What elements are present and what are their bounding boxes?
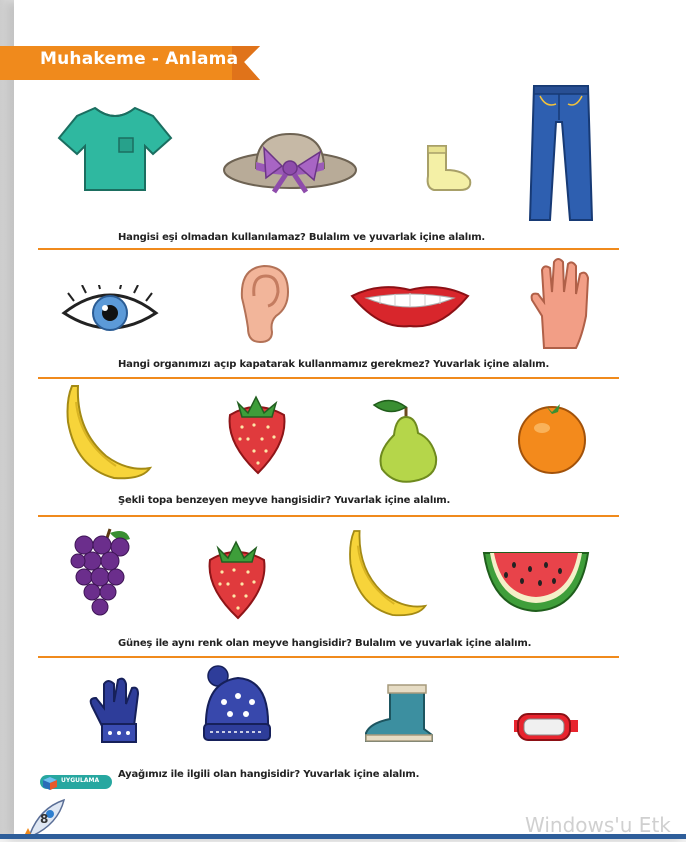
beanie-icon[interactable] (198, 664, 274, 750)
badge-label: UYGULAMA (61, 777, 100, 784)
question-1: Hangisi eşi olmadan kullanılamaz? Bulalı… (118, 232, 486, 243)
question-5: Ayağımız ile ilgili olan hangisidir? Yuv… (118, 769, 420, 780)
orange-icon[interactable] (514, 400, 590, 480)
eye-icon[interactable] (60, 280, 160, 341)
page-spine-shadow (0, 0, 14, 839)
glove-icon[interactable] (84, 676, 146, 750)
question-2: Hangi organımızı açıp kapatarak kullanma… (118, 359, 550, 370)
row-divider-4 (38, 656, 619, 658)
pear-icon[interactable] (368, 395, 444, 491)
row-divider-3 (38, 515, 619, 517)
banana-icon[interactable] (62, 382, 154, 486)
hand-icon[interactable] (528, 256, 594, 356)
grapes-icon[interactable] (70, 525, 136, 625)
question-3: Şekli topa benzeyen meyve hangisidir? Yu… (118, 495, 451, 506)
row-divider-1 (38, 248, 619, 250)
banana-icon[interactable] (345, 525, 429, 625)
ear-icon[interactable] (232, 262, 292, 348)
strawberry-icon[interactable] (204, 538, 270, 626)
boot-icon[interactable] (362, 683, 434, 749)
hat-icon[interactable] (220, 128, 360, 202)
page-number: 8 (40, 812, 49, 826)
goggles-icon[interactable] (512, 710, 580, 748)
mouth-icon[interactable] (350, 282, 470, 334)
question-4: Güneş ile aynı renk olan meyve hangisidi… (118, 638, 532, 649)
cube-icon (42, 775, 58, 794)
section-title: Muhakeme - Anlama (40, 49, 239, 69)
sock-icon[interactable] (420, 142, 476, 198)
tshirt-icon[interactable] (57, 102, 173, 198)
bottom-bar (0, 834, 686, 839)
watermelon-icon[interactable] (480, 545, 592, 619)
jeans-icon[interactable] (528, 82, 594, 228)
row-divider-2 (38, 377, 619, 379)
strawberry-icon[interactable] (224, 393, 290, 481)
